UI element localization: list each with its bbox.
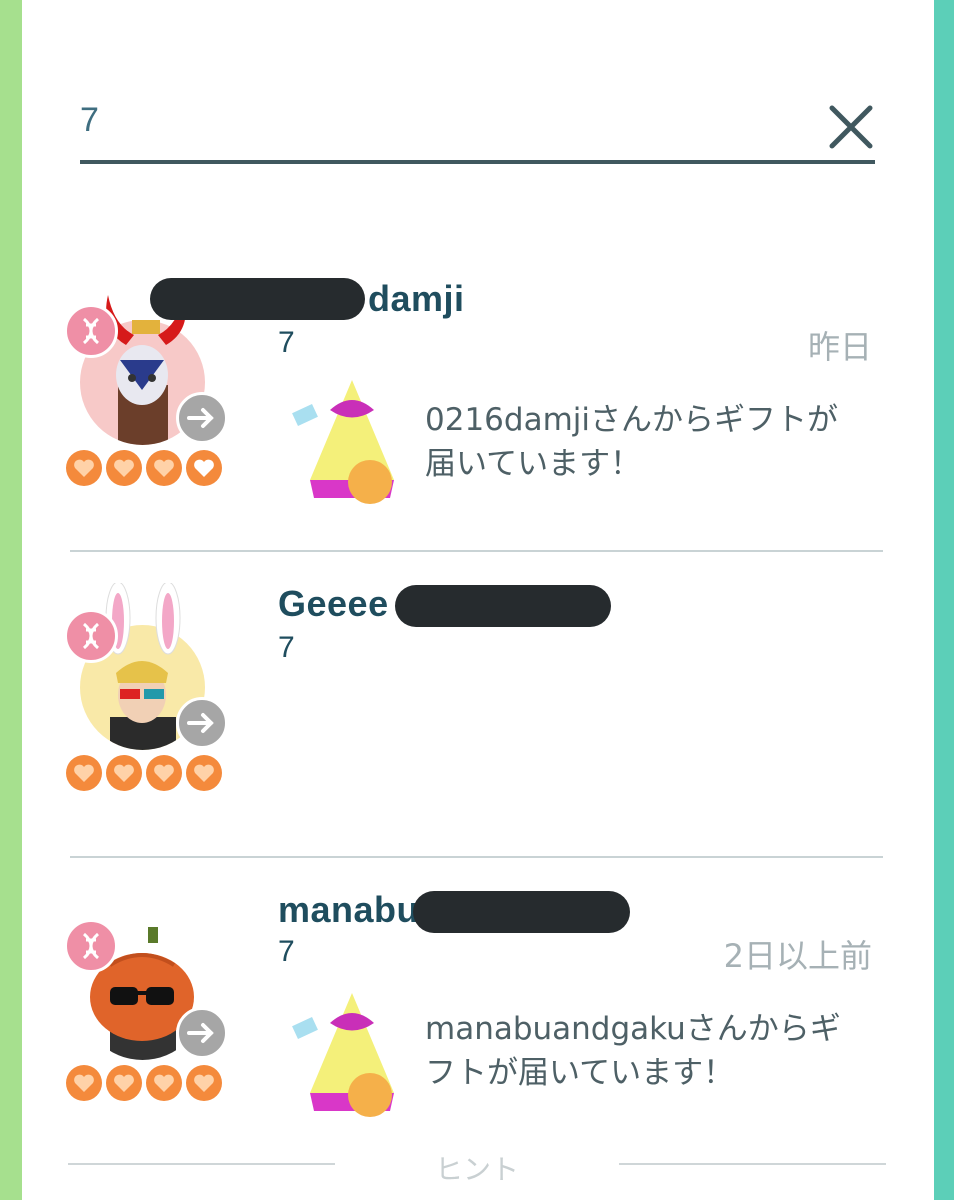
- trade-arrow-icon[interactable]: [176, 392, 228, 444]
- friend-level: 7: [278, 326, 295, 359]
- friend-list-item[interactable]: Geeee 7: [0, 575, 954, 875]
- dna-icon: [64, 304, 118, 358]
- redacted-name: [395, 585, 611, 627]
- heart-icon: [106, 450, 142, 486]
- dna-icon: [64, 919, 118, 973]
- gift-message: 0216damjiさんからギフトが届いています！: [425, 402, 838, 482]
- heart-icon: [146, 1065, 182, 1101]
- trade-arrow-icon[interactable]: [176, 1007, 228, 1059]
- trade-arrow-icon[interactable]: [176, 697, 228, 749]
- divider: [619, 1163, 886, 1165]
- search-input[interactable]: [80, 90, 800, 150]
- heart-icon: [106, 755, 142, 791]
- search-underline: [80, 160, 875, 164]
- friend-avatar-group[interactable]: [60, 290, 230, 500]
- friend-avatar-group[interactable]: [60, 905, 230, 1115]
- pumpkin-stem-icon: [148, 927, 158, 943]
- divider: [68, 1163, 335, 1165]
- close-icon[interactable]: [826, 102, 876, 152]
- heart-icon: [186, 450, 222, 486]
- heart-icon: [66, 1065, 102, 1101]
- heart-icon: [186, 1065, 222, 1101]
- hint-row: ヒント: [68, 1148, 886, 1186]
- hint-label[interactable]: ヒント: [368, 1148, 586, 1188]
- search-bar: [80, 90, 875, 166]
- heart-icon: [146, 755, 182, 791]
- dna-icon: [64, 609, 118, 663]
- friend-list-item[interactable]: damji 7 昨日 0216damjiさんからギフトが届いています！: [0, 270, 954, 570]
- friend-name: manabu: [278, 889, 420, 930]
- gift-icon[interactable]: [290, 370, 415, 510]
- friend-avatar-group[interactable]: [60, 583, 230, 805]
- last-interaction-time: 昨日: [807, 328, 872, 366]
- friend-list-item[interactable]: manabu 7 2日以上前 manabuandgakuさんからギフトが届いてい…: [0, 885, 954, 1185]
- friend-level: 7: [278, 935, 295, 968]
- divider: [70, 856, 883, 858]
- redacted-name: [413, 891, 630, 933]
- heart-icon: [66, 450, 102, 486]
- redacted-name: [150, 278, 365, 320]
- heart-icon: [66, 755, 102, 791]
- gift-message: manabuandgakuさんからギフトが届いています！: [425, 1011, 841, 1091]
- friend-level: 7: [278, 631, 295, 664]
- last-interaction-time: 2日以上前: [723, 937, 872, 975]
- divider: [70, 550, 883, 552]
- friend-name: Geeee: [278, 583, 389, 624]
- friend-name: damji: [368, 278, 465, 319]
- heart-icon: [146, 450, 182, 486]
- heart-icon: [186, 755, 222, 791]
- heart-icon: [106, 1065, 142, 1101]
- gift-icon[interactable]: [290, 983, 415, 1123]
